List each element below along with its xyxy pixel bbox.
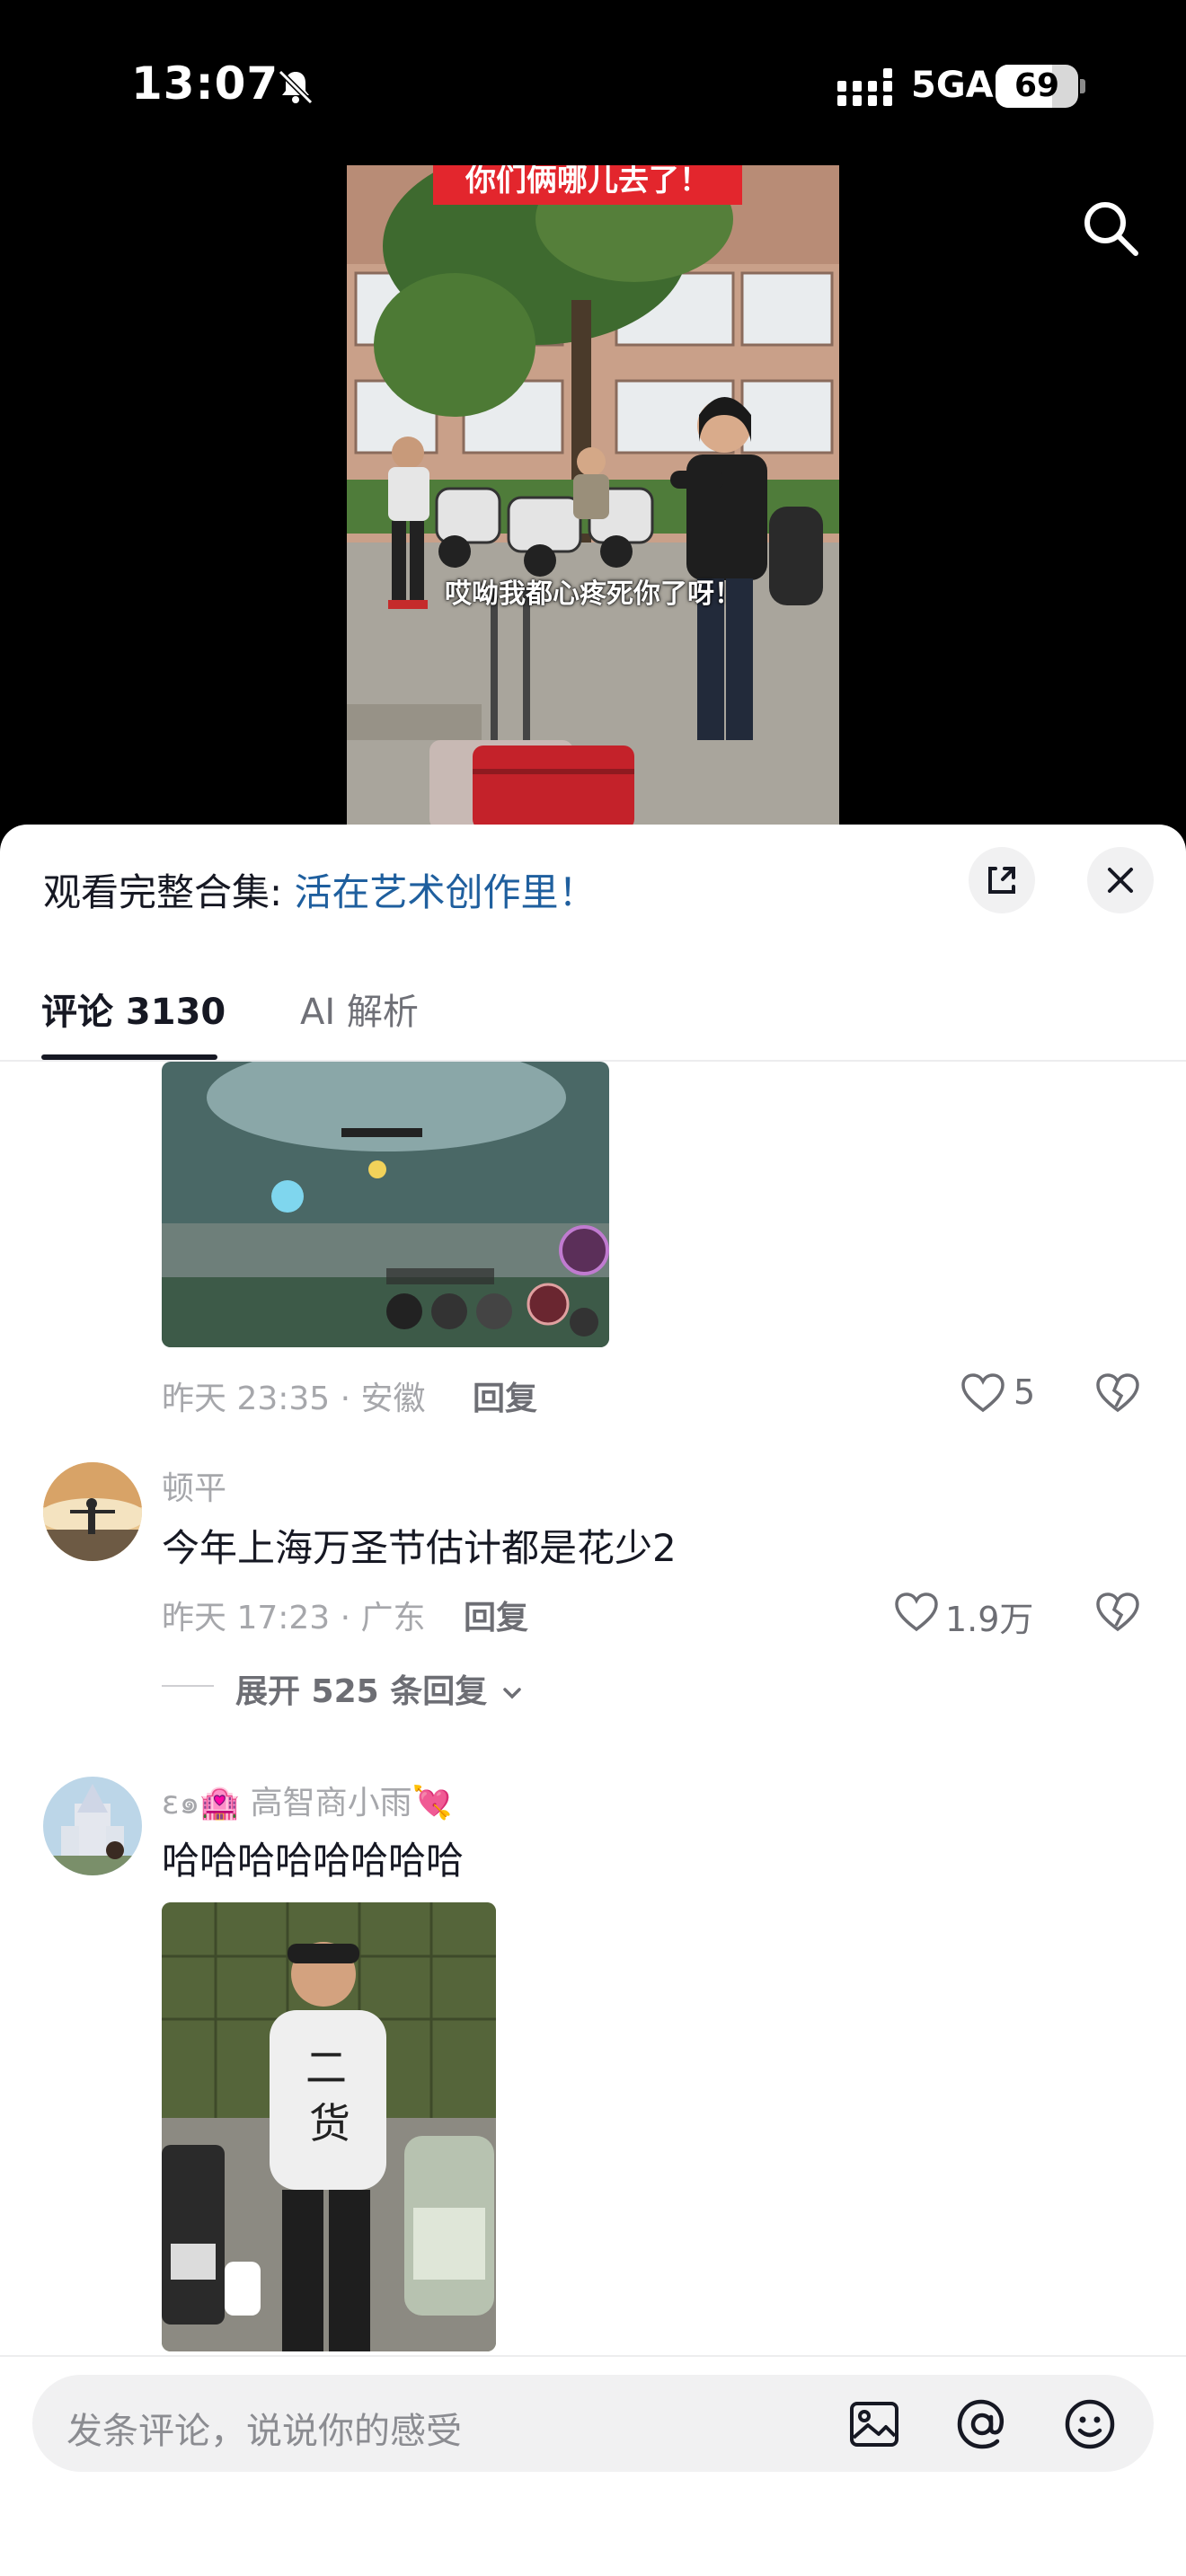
expand-icon <box>988 867 1015 894</box>
collection-prefix: 观看完整合集: <box>43 870 295 914</box>
signal-icon <box>837 68 892 106</box>
svg-text:二: 二 <box>305 2043 347 2092</box>
video-subtitle: 哎呦我都心疼死你了呀！ <box>445 578 741 610</box>
expand-button[interactable] <box>969 847 1035 913</box>
comment-input[interactable]: 发条评论，说说你的感受 <box>32 2375 1154 2472</box>
broken-heart-icon[interactable] <box>1094 1590 1141 1636</box>
tab-ai-analysis[interactable]: AI 解析 <box>300 983 419 1035</box>
avatar[interactable] <box>43 1462 142 1561</box>
tab-comments[interactable]: 评论 3130 <box>41 983 226 1035</box>
battery-indicator: 69 <box>996 65 1078 108</box>
comment-placeholder: 发条评论，说说你的感受 <box>66 2411 462 2452</box>
reply-button[interactable]: 回复 <box>464 1592 528 1638</box>
comment-username[interactable]: ɛ๑🏩 高智商小雨💘 <box>162 1777 452 1828</box>
close-button[interactable] <box>1087 847 1154 913</box>
svg-text:货: 货 <box>309 2099 350 2148</box>
expand-replies-label: 展开 525 条回复 <box>235 1673 488 1710</box>
expand-divider <box>162 1685 214 1687</box>
battery-level: 69 <box>1013 67 1060 104</box>
expand-replies-button[interactable]: 展开 525 条回复 <box>235 1665 526 1712</box>
bell-slash-icon <box>278 69 314 105</box>
comment-input-bar: 发条评论，说说你的感受 <box>0 2355 1186 2576</box>
network-type: 5GA <box>911 65 994 106</box>
video-scene <box>347 165 839 826</box>
heart-icon[interactable] <box>893 1590 940 1636</box>
collection-link[interactable]: 活在艺术创作里！ <box>295 870 597 914</box>
comment-list[interactable]: 昨天 23:35 · 安徽 回复 5 顿平 今年上海万圣节估计都是花少2 昨天 … <box>0 1062 1186 2355</box>
comment-sheet: 观看完整合集: 活在艺术创作里！ 评论 3130 AI 解析 昨天 23:35 … <box>0 825 1186 2576</box>
collection-banner[interactable]: 观看完整合集: 活在艺术创作里！ <box>43 862 597 917</box>
chevron-down-icon <box>503 1688 521 1699</box>
emoji-icon[interactable] <box>1060 2395 1120 2454</box>
battery-cap <box>1080 79 1085 93</box>
comment-meta: 昨天 17:23 · 广东 <box>162 1600 426 1636</box>
at-icon[interactable] <box>952 2395 1012 2454</box>
broken-heart-icon[interactable] <box>1094 1371 1141 1417</box>
video-frame[interactable]: 哎呦我都心疼死你了呀！ <box>347 165 839 826</box>
comment-username[interactable]: 顿平 <box>162 1462 226 1509</box>
close-icon <box>1108 868 1133 893</box>
comment-image[interactable]: 二 货 <box>162 1902 496 2351</box>
comment-meta: 昨天 23:35 · 安徽 <box>162 1381 426 1417</box>
avatar-image <box>43 1462 142 1561</box>
like-count: 1.9万 <box>945 1600 1034 1639</box>
comment-image[interactable] <box>162 1062 609 1347</box>
reply-button[interactable]: 回复 <box>473 1372 537 1419</box>
avatar-image <box>43 1777 142 1875</box>
heart-icon[interactable] <box>960 1371 1006 1417</box>
search-icon[interactable] <box>1076 194 1145 262</box>
status-time: 13:07 <box>131 57 279 110</box>
status-bar: 13:07 5GA 69 <box>0 0 1186 162</box>
game-screenshot <box>162 1062 609 1347</box>
comment-text: 今年上海万圣节估计都是花少2 <box>162 1526 677 1570</box>
comment-text: 哈哈哈哈哈哈哈哈 <box>162 1839 465 1883</box>
like-count: 5 <box>1013 1372 1036 1412</box>
video-caption: 你们俩哪儿去了！ <box>433 165 742 205</box>
video-player[interactable]: 哎呦我都心疼死你了呀！ 你们俩哪儿去了！ <box>0 162 1186 826</box>
image-icon[interactable] <box>845 2395 904 2454</box>
photo-image: 二 货 <box>162 1902 496 2351</box>
avatar[interactable] <box>43 1777 142 1875</box>
